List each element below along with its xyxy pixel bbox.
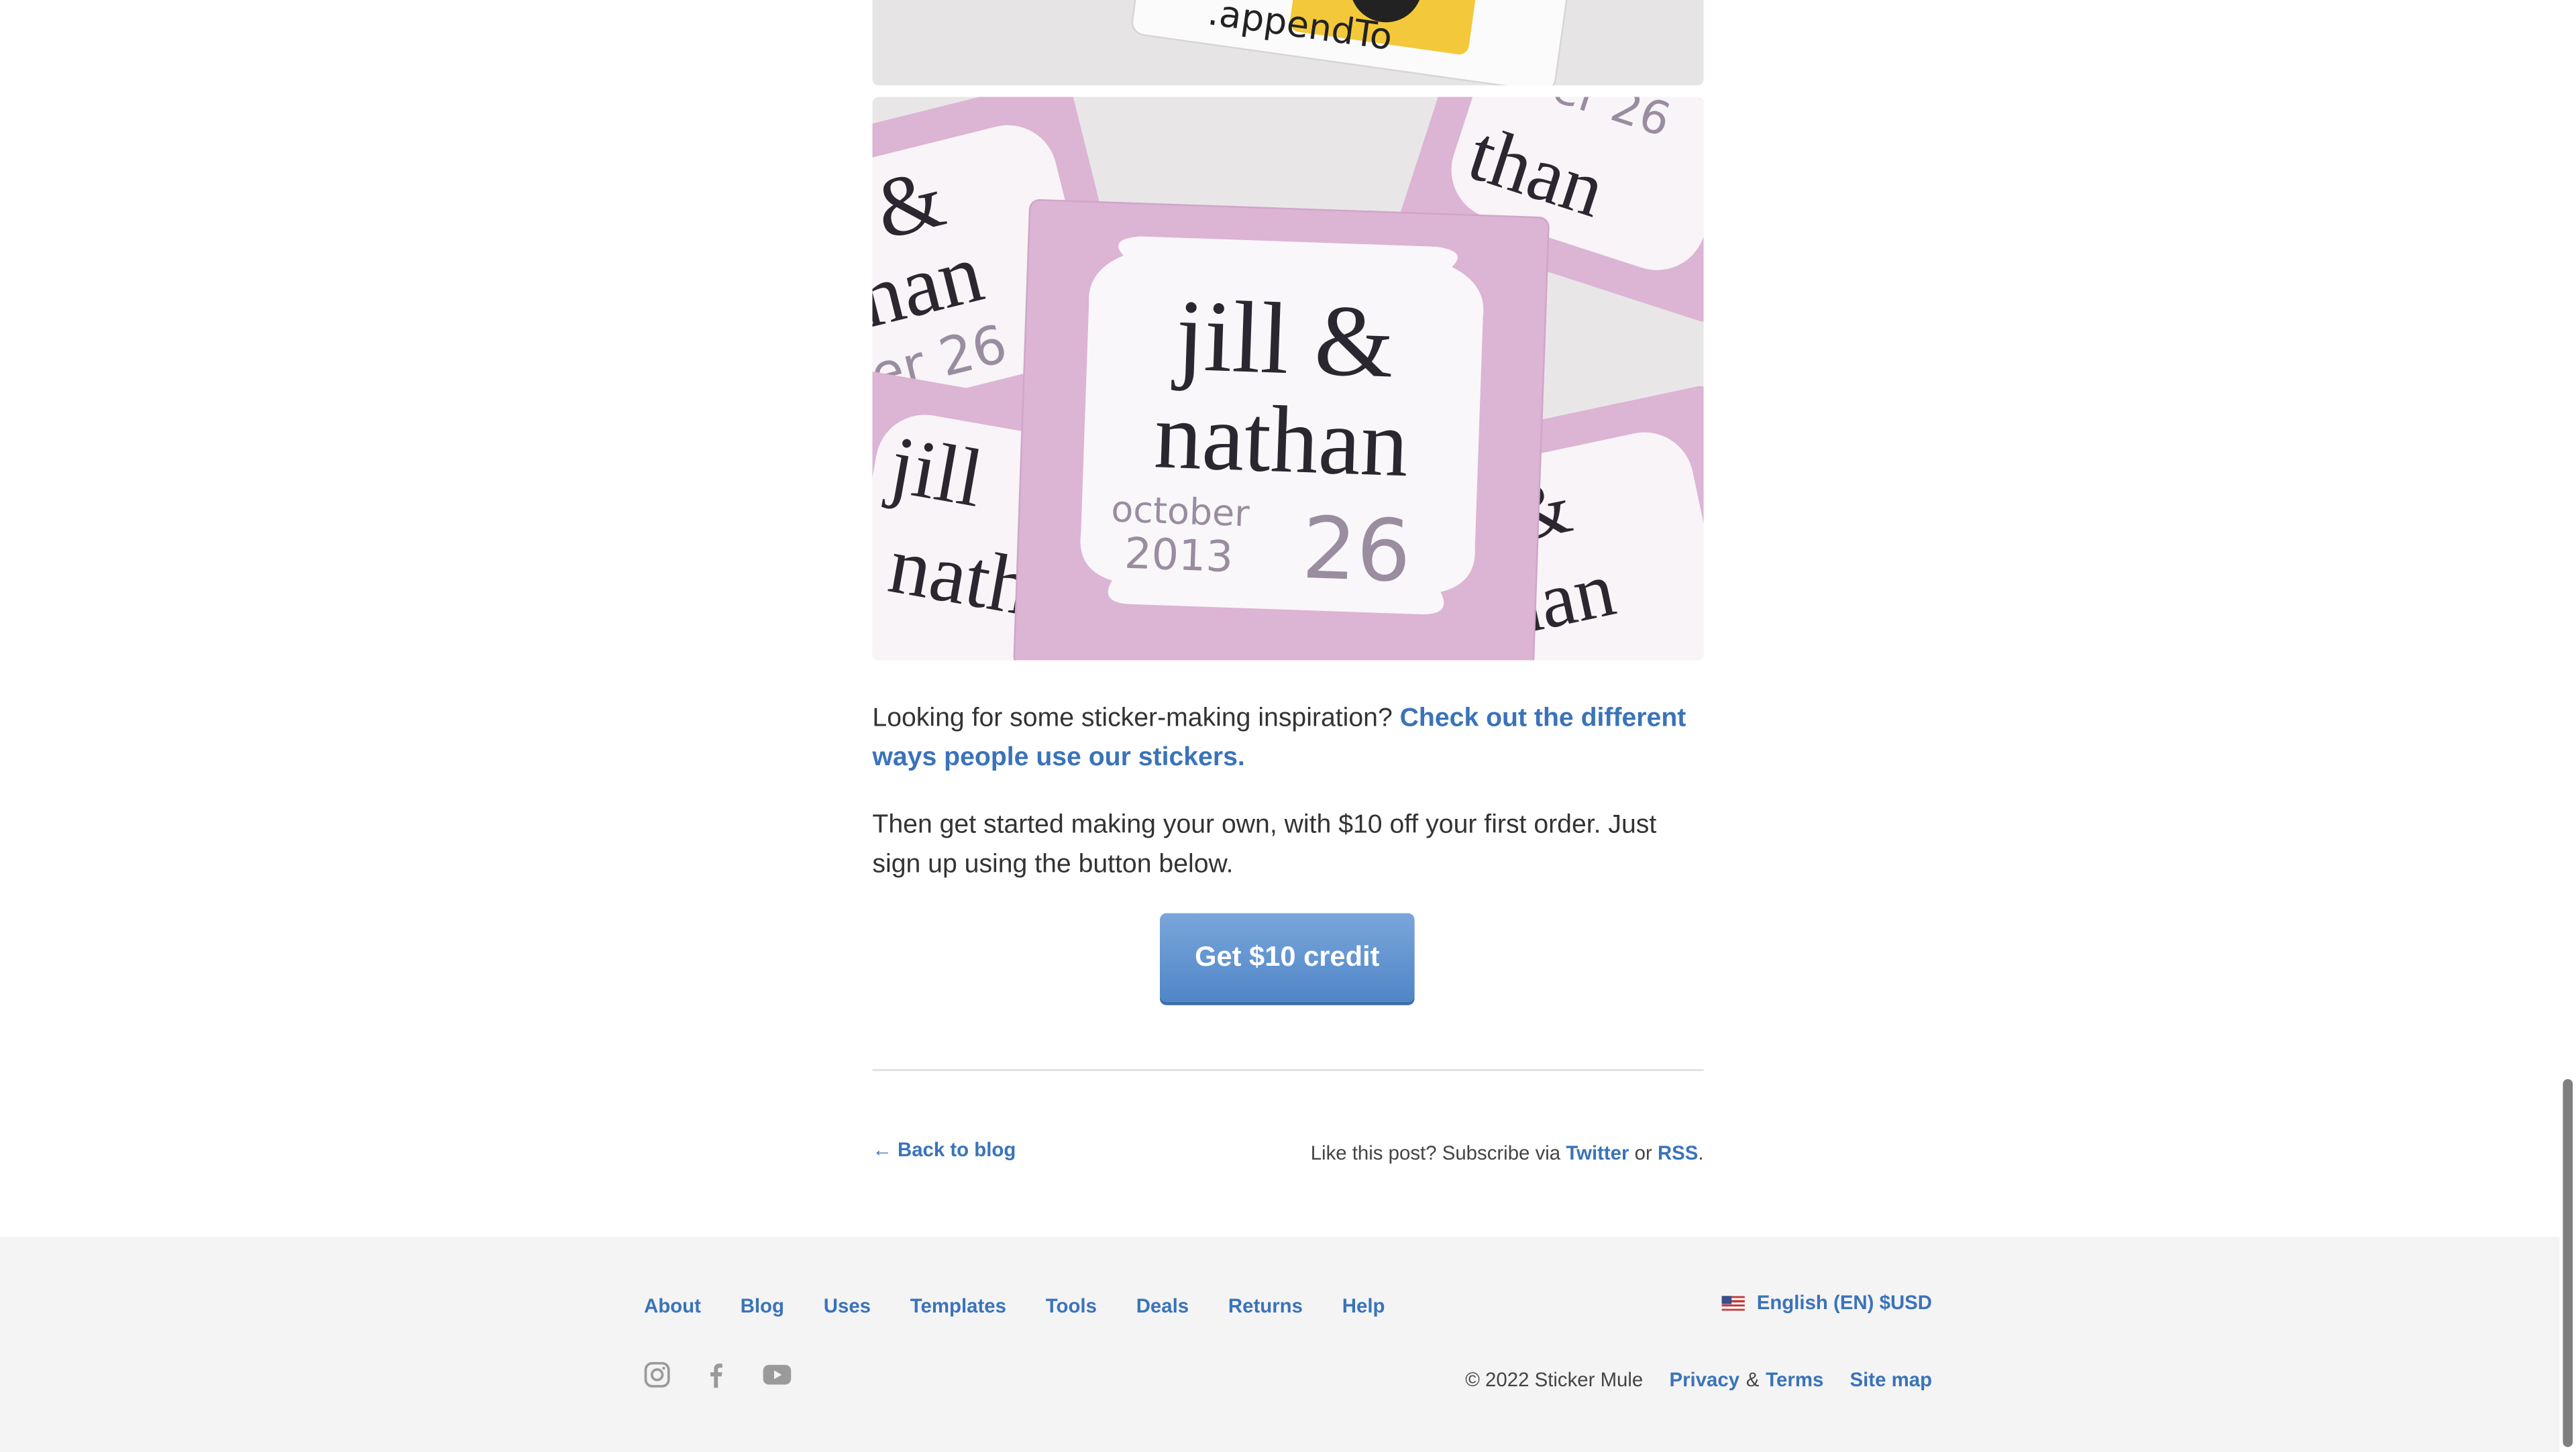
language-selector[interactable]: English (EN) $USD xyxy=(1722,1291,1932,1314)
blog-image-appendto-stickers: .appendTo xyxy=(872,0,1704,86)
get-credit-button[interactable]: Get $10 credit xyxy=(1159,913,1415,1002)
privacy-link[interactable]: Privacy xyxy=(1669,1368,1739,1391)
instagram-icon[interactable] xyxy=(644,1361,670,1388)
blog-image-jill-nathan-stickers: l & than er 26 ober 26 than jill nathan … xyxy=(872,97,1704,661)
or-text: or xyxy=(1629,1141,1658,1165)
sticker-year: 2013 xyxy=(1124,529,1234,583)
sticker-names-line2: nathan xyxy=(1152,382,1410,496)
footer-link-deals[interactable]: Deals xyxy=(1136,1294,1189,1317)
sticker-day: 26 xyxy=(1301,499,1413,602)
legal-line: © 2022 Sticker Mule Privacy & Terms Site… xyxy=(1465,1368,1932,1391)
copyright-text: © 2022 Sticker Mule xyxy=(1465,1368,1644,1392)
footer-link-templates[interactable]: Templates xyxy=(910,1294,1006,1317)
footer-link-help[interactable]: Help xyxy=(1342,1294,1385,1317)
sticker-month: october xyxy=(1110,488,1250,535)
footer-link-about[interactable]: About xyxy=(644,1294,701,1317)
footer-link-blog[interactable]: Blog xyxy=(741,1294,784,1317)
divider xyxy=(872,1069,1704,1071)
amp-text: & xyxy=(1746,1368,1760,1392)
footer-link-uses[interactable]: Uses xyxy=(824,1294,871,1317)
footer-link-returns[interactable]: Returns xyxy=(1228,1294,1303,1317)
subscribe-text: Like this post? Subscribe via xyxy=(1310,1141,1566,1165)
social-links xyxy=(644,1361,792,1388)
footer-nav: About Blog Uses Templates Tools Deals Re… xyxy=(644,1294,1385,1317)
subscribe-line: Like this post? Subscribe via Twitter or… xyxy=(1311,1141,1704,1164)
sticker-names-line1: jill & xyxy=(1171,278,1395,398)
terms-link[interactable]: Terms xyxy=(1766,1368,1823,1391)
inspiration-paragraph: Looking for some sticker-making inspirat… xyxy=(872,700,1703,779)
inspiration-text: Looking for some sticker-making inspirat… xyxy=(872,704,1400,733)
page: .appendTo l & than er 26 ober 26 than xyxy=(0,0,2576,1452)
sitemap-link[interactable]: Site map xyxy=(1850,1368,1932,1391)
scrollbar-thumb[interactable] xyxy=(2563,1078,2573,1447)
twitter-link[interactable]: Twitter xyxy=(1566,1141,1629,1164)
back-to-blog-link[interactable]: ← Back to blog xyxy=(872,1138,1016,1161)
rss-link[interactable]: RSS xyxy=(1658,1141,1698,1164)
signup-paragraph: Then get started making your own, with $… xyxy=(872,811,1657,879)
youtube-icon[interactable] xyxy=(762,1363,792,1386)
site-footer: About Blog Uses Templates Tools Deals Re… xyxy=(0,1237,2560,1452)
footer-link-tools[interactable]: Tools xyxy=(1046,1294,1097,1317)
svg-text:jill: jill xyxy=(881,419,989,524)
period-text: . xyxy=(1698,1141,1704,1165)
language-label: English (EN) $USD xyxy=(1756,1290,1933,1315)
scrollbar[interactable] xyxy=(2559,0,2576,1452)
facebook-icon[interactable] xyxy=(703,1361,729,1388)
us-flag-icon xyxy=(1722,1295,1746,1310)
